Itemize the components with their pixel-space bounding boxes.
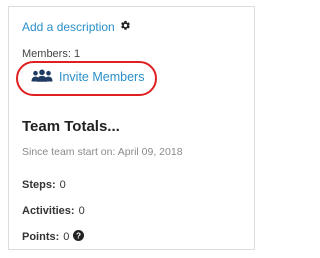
svg-text:?: ? — [76, 231, 81, 240]
invite-members-label[interactable]: Invite Members — [59, 70, 144, 84]
stat-points-value: 0 — [63, 231, 70, 243]
stat-activities-value: 0 — [78, 205, 85, 217]
people-group-icon — [31, 69, 53, 85]
stat-steps-label: Steps: — [22, 179, 56, 191]
stat-steps-value: 0 — [59, 179, 66, 191]
stat-steps: Steps: 0 — [22, 179, 66, 191]
stat-activities: Activities: 0 — [22, 205, 85, 217]
add-description-link[interactable]: Add a description — [22, 20, 115, 34]
invite-members-link[interactable]: Invite Members — [31, 69, 144, 85]
stat-activities-label: Activities: — [22, 205, 75, 217]
stat-points: Points: 0 ? — [22, 230, 85, 244]
team-page: Add a description Members: 1 Invite Memb… — [0, 0, 271, 258]
since-date: April 09, 2018 — [117, 146, 183, 158]
members-count: Members: 1 — [22, 48, 80, 60]
members-value: 1 — [73, 48, 81, 60]
members-label: Members: — [22, 48, 71, 60]
description-row: Add a description — [22, 20, 131, 34]
since-label: Since team start on: — [22, 146, 116, 158]
question-circle-icon[interactable]: ? — [73, 230, 85, 244]
team-totals-heading: Team Totals... — [22, 118, 120, 135]
gear-icon[interactable] — [120, 20, 131, 34]
stat-points-label: Points: — [22, 231, 60, 243]
since-team-start: Since team start on: April 09, 2018 — [22, 146, 183, 158]
